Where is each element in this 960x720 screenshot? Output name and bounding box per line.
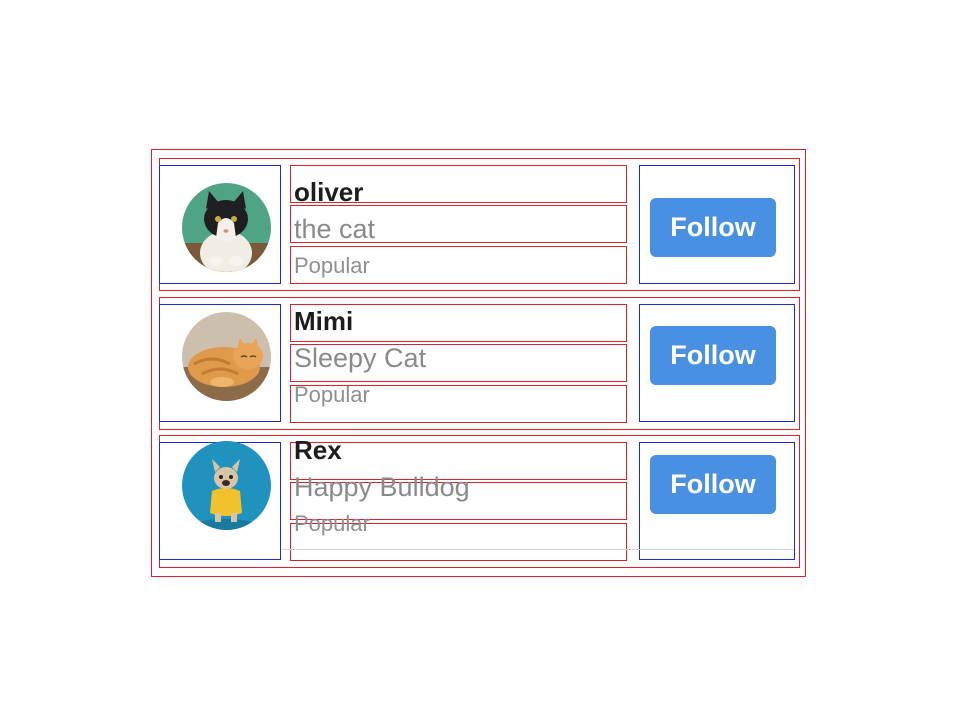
user-name: Mimi [294, 306, 354, 336]
orange-tabby-cat-photo-icon [182, 312, 271, 401]
user-name: oliver [294, 177, 364, 207]
user-subtitle: Sleepy Cat [294, 343, 427, 373]
user-tag: Popular [294, 382, 370, 407]
tuxedo-cat-photo-icon [182, 183, 271, 272]
avatar [182, 312, 271, 401]
user-tag: Popular [294, 511, 370, 536]
follow-button[interactable]: Follow [650, 455, 776, 514]
follow-button[interactable]: Follow [650, 198, 776, 257]
follow-button[interactable]: Follow [650, 326, 776, 385]
divider [282, 549, 794, 550]
avatar [182, 441, 271, 530]
french-bulldog-photo-icon [182, 441, 271, 530]
avatar [182, 183, 271, 272]
user-name: Rex [294, 435, 342, 465]
user-subtitle: the cat [294, 214, 376, 244]
user-tag: Popular [294, 253, 370, 278]
user-subtitle: Happy Bulldog [294, 472, 470, 502]
